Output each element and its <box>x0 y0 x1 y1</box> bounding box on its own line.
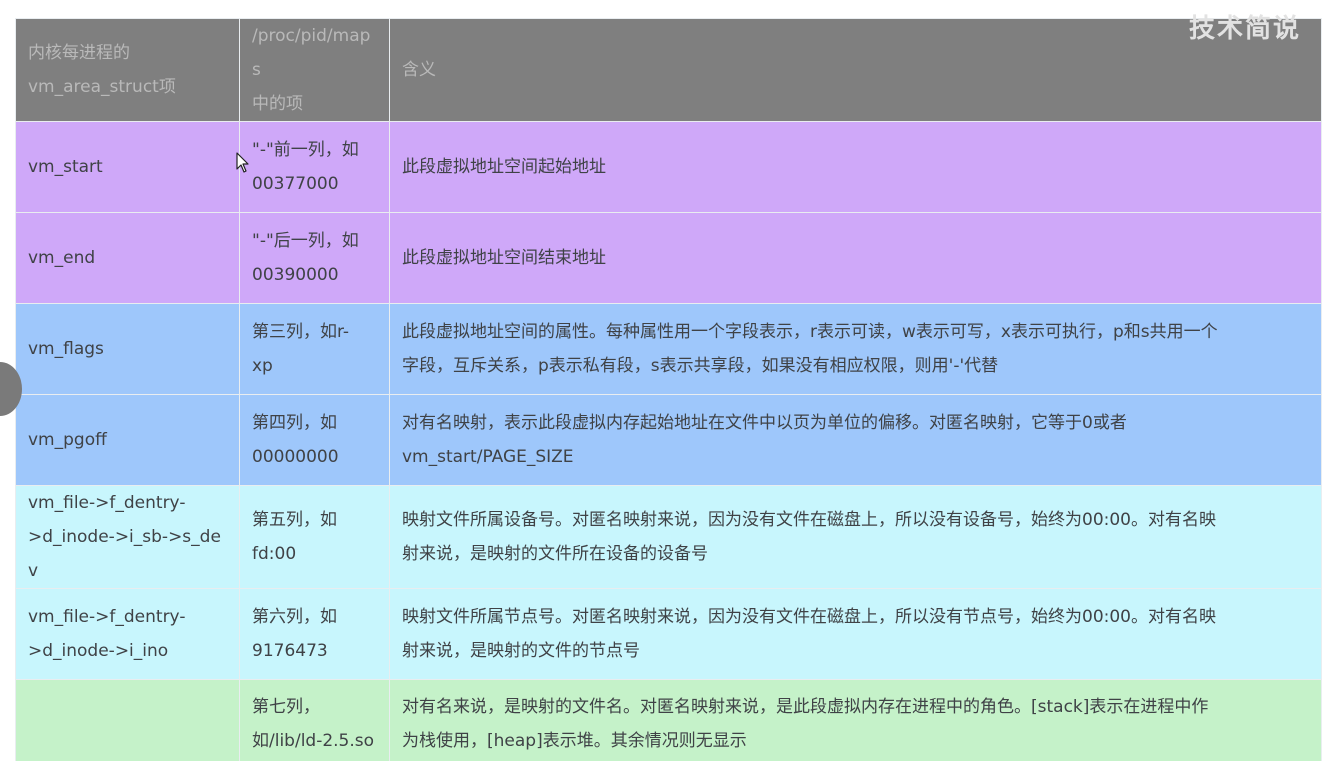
table-row: vm_start "-"前一列，如 00377000 此段虚拟地址空间起始地址 <box>15 121 1322 213</box>
table-row: 第七列， 如/lib/ld-2.5.so 对有名来说，是映射的文件名。对匿名映射… <box>15 679 1322 761</box>
vm-area-maps-table: 内核每进程的 vm_area_struct项 /proc/pid/maps 中的… <box>15 18 1322 761</box>
meaning-cell: 此段虚拟地址空间结束地址 <box>389 212 1322 304</box>
mouse-pointer-icon <box>236 152 249 173</box>
meaning-cell: 映射文件所属设备号。对匿名映射来说，因为没有文件在磁盘上，所以没有设备号，始终为… <box>389 485 1322 589</box>
maps-cell: 第四列，如 00000000 <box>239 394 390 486</box>
header-meaning: 含义 <box>389 18 1322 122</box>
field-cell: vm_file->f_dentry- >d_inode->i_ino <box>15 588 240 680</box>
maps-cell: "-"前一列，如 00377000 <box>239 121 390 213</box>
meaning-cell: 此段虚拟地址空间起始地址 <box>389 121 1322 213</box>
field-cell <box>15 679 240 761</box>
meaning-cell: 此段虚拟地址空间的属性。每种属性用一个字段表示，r表示可读，w表示可写，x表示可… <box>389 303 1322 395</box>
table-row: vm_flags 第三列，如r- xp 此段虚拟地址空间的属性。每种属性用一个字… <box>15 303 1322 395</box>
meaning-cell: 映射文件所属节点号。对匿名映射来说，因为没有文件在磁盘上，所以没有节点号，始终为… <box>389 588 1322 680</box>
maps-cell: 第三列，如r- xp <box>239 303 390 395</box>
field-cell: vm_start <box>15 121 240 213</box>
field-cell: vm_flags <box>15 303 240 395</box>
table-row: vm_pgoff 第四列，如 00000000 对有名映射，表示此段虚拟内存起始… <box>15 394 1322 486</box>
maps-cell: 第五列，如 fd:00 <box>239 485 390 589</box>
header-vm-area-struct: 内核每进程的 vm_area_struct项 <box>15 18 240 122</box>
meaning-cell: 对有名来说，是映射的文件名。对匿名映射来说，是此段虚拟内存在进程中的角色。[st… <box>389 679 1322 761</box>
table-row: vm_file->f_dentry- >d_inode->i_ino 第六列，如… <box>15 588 1322 680</box>
field-cell: vm_end <box>15 212 240 304</box>
field-cell: vm_pgoff <box>15 394 240 486</box>
meaning-cell: 对有名映射，表示此段虚拟内存起始地址在文件中以页为单位的偏移。对匿名映射，它等于… <box>389 394 1322 486</box>
watermark-text: 技术简说 <box>1188 14 1301 44</box>
table-row: vm_end "-"后一列，如 00390000 此段虚拟地址空间结束地址 <box>15 212 1322 304</box>
maps-cell: 第六列，如 9176473 <box>239 588 390 680</box>
field-cell: vm_file->f_dentry- >d_inode->i_sb->s_dev <box>15 485 240 589</box>
screenshot-stage: 内核每进程的 vm_area_struct项 /proc/pid/maps 中的… <box>0 0 1327 761</box>
table-header-row: 内核每进程的 vm_area_struct项 /proc/pid/maps 中的… <box>15 18 1322 122</box>
header-proc-maps: /proc/pid/maps 中的项 <box>239 18 390 122</box>
table-row: vm_file->f_dentry- >d_inode->i_sb->s_dev… <box>15 485 1322 589</box>
maps-cell: 第七列， 如/lib/ld-2.5.so <box>239 679 390 761</box>
maps-cell: "-"后一列，如 00390000 <box>239 212 390 304</box>
maps-table-container: 内核每进程的 vm_area_struct项 /proc/pid/maps 中的… <box>15 18 1322 761</box>
